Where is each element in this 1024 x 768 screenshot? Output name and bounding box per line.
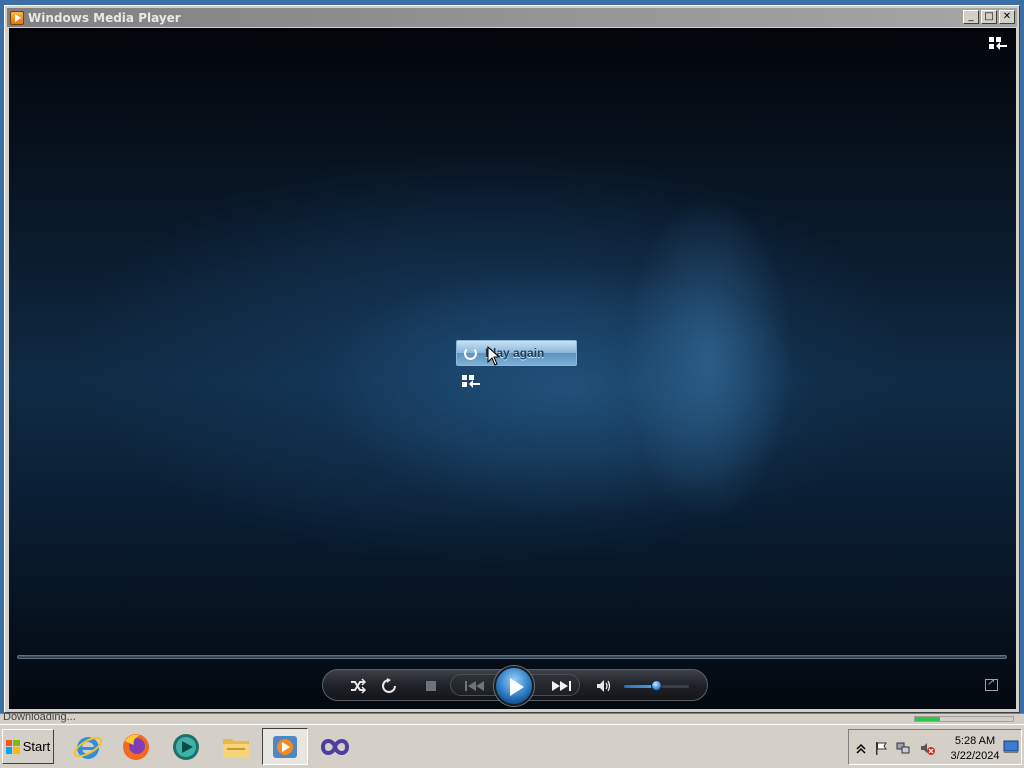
minimize-button[interactable]: _ bbox=[963, 10, 979, 24]
status-bar: Downloading... bbox=[0, 711, 1024, 724]
visual-studio-icon bbox=[320, 738, 350, 755]
firefox-icon bbox=[123, 733, 149, 760]
taskbar-app-firefox[interactable] bbox=[113, 728, 159, 765]
next-button[interactable] bbox=[549, 678, 575, 694]
mute-button[interactable] bbox=[595, 678, 613, 694]
taskbar-clock[interactable]: 5:28 AM 3/22/2024 bbox=[945, 734, 1005, 764]
mouse-cursor-icon bbox=[487, 346, 501, 366]
file-explorer-icon bbox=[223, 738, 249, 758]
play-again-button[interactable]: Play again bbox=[456, 340, 577, 366]
window-title: Windows Media Player bbox=[28, 10, 181, 25]
stop-button[interactable] bbox=[422, 678, 440, 694]
media-icon bbox=[173, 733, 199, 760]
clock-date: 3/22/2024 bbox=[950, 750, 1000, 762]
taskbar-app-visual-studio[interactable] bbox=[312, 728, 358, 765]
fullscreen-icon[interactable] bbox=[985, 677, 998, 691]
windows-logo-icon bbox=[5, 739, 20, 754]
windows-media-player-icon bbox=[10, 10, 24, 25]
download-progress-bar bbox=[914, 716, 1014, 722]
internet-explorer-icon bbox=[73, 736, 103, 759]
start-label: Start bbox=[22, 739, 51, 754]
taskbar-app-media[interactable] bbox=[163, 728, 209, 765]
seek-bar[interactable] bbox=[17, 655, 1007, 659]
taskbar: Start 5:28 AM 3/22/2024 bbox=[0, 724, 1024, 768]
taskbar-app-windows-media-player[interactable] bbox=[262, 728, 308, 765]
action-center-flag-icon[interactable] bbox=[873, 740, 889, 756]
media-player-window: Windows Media Player _ □ ✕ Play again bbox=[4, 5, 1020, 713]
switch-to-library-icon[interactable] bbox=[989, 37, 1007, 53]
video-area[interactable]: Play again bbox=[9, 28, 1016, 709]
show-desktop-icon[interactable] bbox=[1003, 738, 1019, 754]
previous-button[interactable] bbox=[463, 678, 487, 694]
windows-media-player-icon bbox=[273, 735, 297, 758]
window-controls: _ □ ✕ bbox=[963, 10, 1015, 24]
close-button[interactable]: ✕ bbox=[999, 10, 1015, 24]
maximize-button[interactable]: □ bbox=[981, 10, 997, 24]
title-bar[interactable]: Windows Media Player _ □ ✕ bbox=[7, 8, 1017, 27]
reload-icon bbox=[464, 346, 477, 360]
repeat-icon[interactable] bbox=[380, 678, 398, 694]
show-hidden-icons-icon[interactable] bbox=[853, 740, 869, 756]
go-to-library-icon[interactable] bbox=[462, 375, 480, 391]
volume-slider-thumb[interactable] bbox=[651, 680, 662, 691]
status-text: Downloading... bbox=[3, 711, 76, 723]
shuffle-icon[interactable] bbox=[349, 678, 367, 694]
system-tray: 5:28 AM 3/22/2024 bbox=[848, 729, 1022, 765]
play-button[interactable] bbox=[494, 666, 534, 706]
network-icon[interactable] bbox=[895, 740, 911, 756]
taskbar-app-file-explorer[interactable] bbox=[213, 728, 259, 765]
volume-muted-icon[interactable] bbox=[919, 740, 935, 756]
download-progress-fill bbox=[915, 717, 940, 721]
clock-time: 5:28 AM bbox=[954, 735, 996, 747]
taskbar-app-internet-explorer[interactable] bbox=[65, 728, 111, 765]
start-button[interactable]: Start bbox=[2, 729, 54, 764]
transport-controls bbox=[322, 666, 708, 706]
